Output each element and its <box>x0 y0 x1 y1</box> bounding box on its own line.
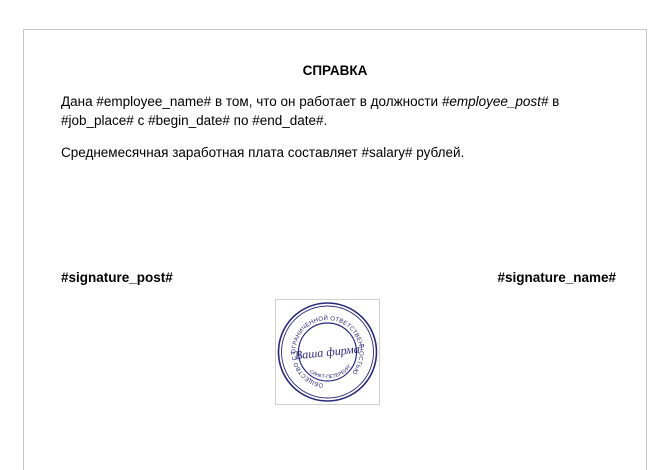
employment-text-start: Дана #employee_name# в том, что он работ… <box>61 94 442 109</box>
employee-post-placeholder: #employee_post# <box>441 94 549 109</box>
company-stamp: ОБЩЕСТВО С ОГРАНИЧЕННОЙ ОТВЕТСТВЕННОСТЬЮ… <box>275 299 380 405</box>
signature-name: #signature_name# <box>497 270 616 285</box>
stamp-seal-icon: ОБЩЕСТВО С ОГРАНИЧЕННОЙ ОТВЕТСТВЕННОСТЬЮ… <box>277 302 378 402</box>
stamp-company-name: "Ваша фирма" <box>289 341 366 363</box>
document-title: СПРАВКА <box>302 63 368 78</box>
salary-paragraph: Среднемесячная заработная плата составля… <box>61 145 465 160</box>
document-page: СПРАВКА Дана #employee_name# в том, что … <box>23 29 647 470</box>
employment-paragraph: Дана #employee_name# в том, что он работ… <box>61 92 621 130</box>
signature-post: #signature_post# <box>61 270 173 285</box>
